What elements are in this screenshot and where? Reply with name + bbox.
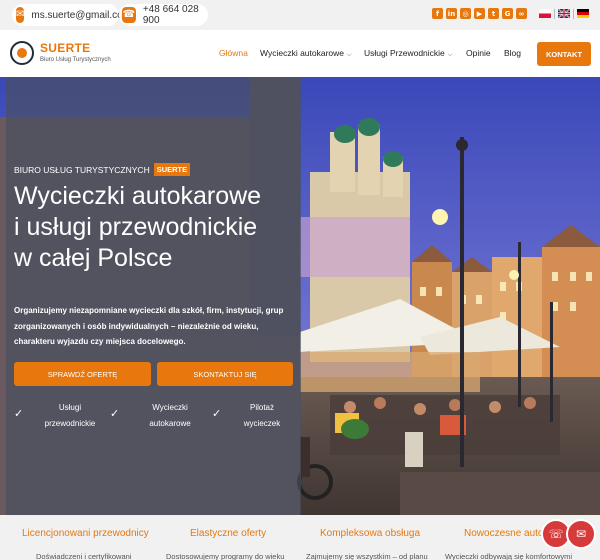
hero-description-line: zorganizowanych i osób indywidualnych – … xyxy=(14,321,259,331)
flag-de-icon[interactable] xyxy=(577,9,589,18)
nav-item-home[interactable]: Główna xyxy=(219,48,248,58)
hero-text-overlay xyxy=(6,77,301,515)
email-text: ms.suerte@gmail.com xyxy=(31,9,132,21)
chevron-down-icon: ⌵ xyxy=(447,52,453,58)
checkmark-icon: ✓ xyxy=(14,407,24,420)
hero-title-line: i usługi przewodnickie xyxy=(14,213,258,241)
tripadvisor-icon[interactable]: ∞ xyxy=(516,8,527,19)
hero-kicker-text: BIURO USŁUG TURYSTYCZNYCH xyxy=(14,164,150,175)
benefit-text: Doświadczeni i certyfikowani xyxy=(36,552,132,560)
logo-icon[interactable] xyxy=(10,41,34,65)
youtube-icon[interactable]: ▶ xyxy=(474,8,485,19)
logo-name[interactable]: SUERTE xyxy=(40,41,90,55)
contact-button[interactable]: KONTAKT xyxy=(537,42,591,66)
hero-description-line: charakteru wyjazdu czy miejsca doceloweg… xyxy=(14,337,186,346)
language-switcher xyxy=(539,9,589,19)
facebook-icon[interactable]: f xyxy=(432,8,443,19)
flag-divider xyxy=(554,9,555,19)
benefit-text: Wycieczki odbywają się komfortowymi xyxy=(445,552,573,560)
logo-tagline: Biuro Usług Turystycznych xyxy=(40,57,111,63)
hero-title: Wycieczki autokarowe i usługi przewodnic… xyxy=(14,181,299,274)
checkmark-icon: ✓ xyxy=(110,407,120,420)
linkedin-icon[interactable]: in xyxy=(446,8,457,19)
hero-kicker-brand: SUERTE xyxy=(153,163,191,176)
google-icon[interactable]: G xyxy=(502,8,513,19)
nav-item-blog[interactable]: Blog xyxy=(504,48,521,58)
hero-description-line: Organizujemy niezapomniane wycieczki dla… xyxy=(14,306,284,315)
flag-en-icon[interactable] xyxy=(558,9,570,18)
hero-kicker: BIURO USŁUG TURYSTYCZNYCH SUERTE xyxy=(14,163,191,176)
top-bar: ✉ ms.suerte@gmail.com ☎ +48 664 028 900 … xyxy=(0,0,600,30)
benefits-strip: Licencjonowani przewodnicy Doświadczeni … xyxy=(0,515,600,560)
nav-item-guide-services[interactable]: Usługi Przewodnickie ⌵ xyxy=(364,48,452,59)
twitter-icon[interactable]: t xyxy=(488,8,499,19)
benefit-text: Dostosowujemy programy do wieku xyxy=(166,552,285,560)
mail-icon[interactable]: ✉ xyxy=(566,519,596,549)
nav-item-coach-trips[interactable]: Wycieczki autokarowe ⌵ xyxy=(260,48,352,59)
phone-contact[interactable]: ☎ +48 664 028 900 xyxy=(119,4,208,26)
flag-divider xyxy=(573,9,574,19)
benefit-title: Kompleksowa obsługa xyxy=(320,528,421,539)
flag-pl-icon[interactable] xyxy=(539,9,551,18)
hero-section: BIURO USŁUG TURYSTYCZNYCH SUERTE Wyciecz… xyxy=(0,77,600,515)
benefit-title: Nowoczesne auto xyxy=(464,528,544,539)
hero-description: Organizujemy niezapomniane wycieczki dla… xyxy=(14,303,296,350)
social-links: f in ◎ ▶ t G ∞ xyxy=(432,8,527,19)
feature-coach-trips: Wycieczki autokarowe xyxy=(149,403,191,428)
contact-us-button[interactable]: SKONTAKTUJ SIĘ xyxy=(157,362,293,386)
chevron-down-icon: ⌵ xyxy=(347,52,352,58)
instagram-icon[interactable]: ◎ xyxy=(460,8,471,19)
check-offer-button[interactable]: SPRAWDŹ OFERTĘ xyxy=(14,362,151,386)
hero-title-line: Wycieczki autokarowe xyxy=(14,182,262,210)
envelope-icon: ✉ xyxy=(16,7,25,23)
benefit-title: Elastyczne oferty xyxy=(190,528,267,539)
feature-guide-services: Usługi przewodnickie xyxy=(44,403,96,428)
phone-icon: ☎ xyxy=(122,7,136,23)
email-contact[interactable]: ✉ ms.suerte@gmail.com xyxy=(12,4,131,26)
site-header: SUERTE Biuro Usług Turystycznych Główna … xyxy=(0,30,600,77)
feature-tour-leading: Pilotaż wycieczek xyxy=(243,403,281,428)
benefit-text: Zajmujemy się wszystkim – od planu xyxy=(306,552,428,560)
benefit-title: Licencjonowani przewodnicy xyxy=(22,528,149,539)
checkmark-icon: ✓ xyxy=(212,407,222,420)
nav-item-reviews[interactable]: Opinie xyxy=(466,48,491,58)
hero-title-line: w całej Polsce xyxy=(14,244,173,272)
phone-text: +48 664 028 900 xyxy=(142,4,199,26)
